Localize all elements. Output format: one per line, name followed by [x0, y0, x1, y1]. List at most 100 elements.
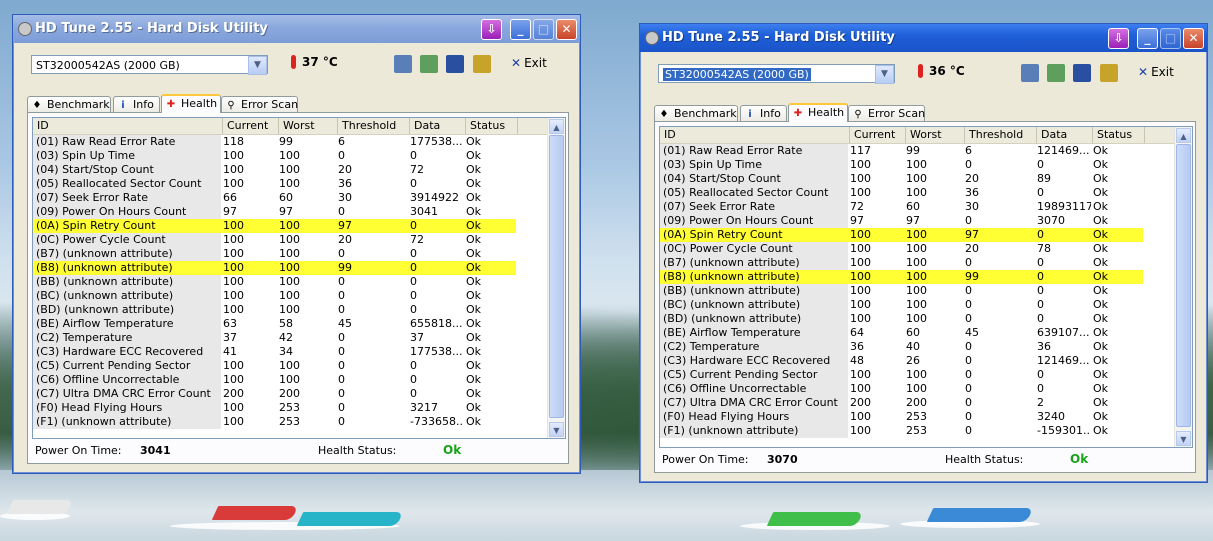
close-button[interactable]: ✕ — [556, 19, 577, 40]
tab-health[interactable]: ✚ Health — [161, 94, 221, 113]
table-row[interactable]: (BD) (unknown attribute) 100 100 0 0 Ok — [33, 303, 548, 317]
column-header-threshold[interactable]: Threshold — [338, 118, 410, 134]
column-header-current[interactable]: Current — [850, 127, 906, 143]
table-row[interactable]: (01) Raw Read Error Rate 118 99 6 177538... O… — [33, 135, 548, 149]
table-row[interactable]: (C6) Offline Uncorrectable 100 100 0 0 Ok — [33, 373, 548, 387]
title-bar[interactable]: HD Tune 2.55 - Hard Disk Utility ⇩ _ □ ✕ — [640, 24, 1207, 52]
smart-attributes-table[interactable]: ID Current Worst Threshold Data Status (01) Ra… — [32, 117, 566, 439]
maximize-button[interactable]: □ — [1160, 28, 1181, 49]
table-row[interactable]: (BC) (unknown attribute) 100 100 0 0 Ok — [660, 298, 1175, 312]
tab-error-scan[interactable]: ⚲ Error Scan — [848, 105, 925, 121]
table-row[interactable]: (C7) Ultra DMA CRC Error Count 200 200 0 2 Ok — [660, 396, 1175, 410]
table-row[interactable]: (BD) (unknown attribute) 100 100 0 0 Ok — [660, 312, 1175, 326]
table-row[interactable]: (03) Spin Up Time 100 100 0 0 Ok — [33, 149, 548, 163]
table-row[interactable]: (B8) (unknown attribute) 100 100 99 0 Ok — [33, 261, 548, 275]
table-row[interactable]: (0C) Power Cycle Count 100 100 20 78 Ok — [660, 242, 1175, 256]
copy-all-icon[interactable] — [1047, 64, 1065, 82]
table-row[interactable]: (05) Reallocated Sector Count 100 100 36 0 Ok — [660, 186, 1175, 200]
table-row[interactable]: (F0) Head Flying Hours 100 253 0 3217 Ok — [33, 401, 548, 415]
copy-icon[interactable] — [1021, 64, 1039, 82]
scroll-up-arrow-icon[interactable]: ▲ — [549, 119, 564, 134]
smart-attributes-table[interactable]: ID Current Worst Threshold Data Status (01) Ra… — [659, 126, 1193, 448]
download-arrow-icon[interactable]: ⇩ — [1108, 28, 1129, 49]
minimize-button[interactable]: _ — [510, 19, 531, 40]
scroll-thumb[interactable] — [1176, 144, 1191, 427]
tab-info[interactable]: i Info — [113, 96, 160, 112]
table-row[interactable]: (03) Spin Up Time 100 100 0 0 Ok — [660, 158, 1175, 172]
maximize-button[interactable]: □ — [533, 19, 554, 40]
title-bar[interactable]: HD Tune 2.55 - Hard Disk Utility ⇩ _ □ ✕ — [13, 15, 580, 43]
column-header-id[interactable]: ID — [660, 127, 850, 143]
hdtune-window-left[interactable]: HD Tune 2.55 - Hard Disk Utility ⇩ _ □ ✕ ST32… — [12, 14, 581, 474]
options-icon[interactable] — [473, 55, 491, 73]
drive-select[interactable]: ST32000542AS (2000 GB) ▼ — [658, 64, 895, 84]
table-row[interactable]: (0A) Spin Retry Count 100 100 97 0 Ok — [33, 219, 548, 233]
scroll-down-arrow-icon[interactable]: ▼ — [549, 422, 564, 437]
table-row[interactable]: (C2) Temperature 37 42 0 37 Ok — [33, 331, 548, 345]
table-row[interactable]: (05) Reallocated Sector Count 100 100 36 0 Ok — [33, 177, 548, 191]
table-row[interactable]: (07) Seek Error Rate 66 60 30 3914922 Ok — [33, 191, 548, 205]
column-header-current[interactable]: Current — [223, 118, 279, 134]
table-row[interactable]: (B7) (unknown attribute) 100 100 0 0 Ok — [33, 247, 548, 261]
copy-all-icon[interactable] — [420, 55, 438, 73]
column-header-status[interactable]: Status — [466, 118, 518, 134]
drive-select[interactable]: ST32000542AS (2000 GB) ▼ — [31, 55, 268, 75]
cell-id: (07) Seek Error Rate — [660, 200, 848, 214]
column-header-threshold[interactable]: Threshold — [965, 127, 1037, 143]
table-row[interactable]: (F0) Head Flying Hours 100 253 0 3240 Ok — [660, 410, 1175, 424]
table-row[interactable]: (C3) Hardware ECC Recovered 48 26 0 121469..… — [660, 354, 1175, 368]
tab-health[interactable]: ✚ Health — [788, 103, 848, 122]
options-icon[interactable] — [1100, 64, 1118, 82]
table-row[interactable]: (BC) (unknown attribute) 100 100 0 0 Ok — [33, 289, 548, 303]
table-row[interactable]: (04) Start/Stop Count 100 100 20 72 Ok — [33, 163, 548, 177]
tab-info[interactable]: i Info — [740, 105, 787, 121]
tab-benchmark[interactable]: ♦ Benchmark — [27, 96, 111, 112]
minimize-button[interactable]: _ — [1137, 28, 1158, 49]
cell-id: (0C) Power Cycle Count — [660, 242, 848, 256]
column-header-id[interactable]: ID — [33, 118, 223, 134]
exit-button[interactable]: ✕ Exit — [511, 56, 547, 70]
table-row[interactable]: (C7) Ultra DMA CRC Error Count 200 200 0 0 Ok — [33, 387, 548, 401]
table-row[interactable]: (01) Raw Read Error Rate 117 99 6 121469... O… — [660, 144, 1175, 158]
table-row[interactable]: (F1) (unknown attribute) 100 253 0 -733658..… — [33, 415, 548, 429]
column-header-worst[interactable]: Worst — [906, 127, 965, 143]
exit-button[interactable]: ✕ Exit — [1138, 65, 1174, 79]
column-header-worst[interactable]: Worst — [279, 118, 338, 134]
save-icon[interactable] — [1073, 64, 1091, 82]
chevron-down-icon[interactable]: ▼ — [248, 56, 267, 75]
table-row[interactable]: (BB) (unknown attribute) 100 100 0 0 Ok — [660, 284, 1175, 298]
copy-icon[interactable] — [394, 55, 412, 73]
tab-benchmark[interactable]: ♦ Benchmark — [654, 105, 738, 121]
table-row[interactable]: (C6) Offline Uncorrectable 100 100 0 0 Ok — [660, 382, 1175, 396]
hdtune-window-right[interactable]: HD Tune 2.55 - Hard Disk Utility ⇩ _ □ ✕ ST32… — [639, 23, 1208, 483]
table-row[interactable]: (09) Power On Hours Count 97 97 0 3041 Ok — [33, 205, 548, 219]
table-row[interactable]: (0C) Power Cycle Count 100 100 20 72 Ok — [33, 233, 548, 247]
table-row[interactable]: (07) Seek Error Rate 72 60 30 19893117 Ok — [660, 200, 1175, 214]
table-row[interactable]: (F1) (unknown attribute) 100 253 0 -159301..… — [660, 424, 1175, 438]
close-button[interactable]: ✕ — [1183, 28, 1204, 49]
scroll-down-arrow-icon[interactable]: ▼ — [1176, 431, 1191, 446]
column-header-status[interactable]: Status — [1093, 127, 1145, 143]
chevron-down-icon[interactable]: ▼ — [875, 65, 894, 84]
table-row[interactable]: (C3) Hardware ECC Recovered 41 34 0 177538..… — [33, 345, 548, 359]
table-row[interactable]: (BE) Airflow Temperature 64 60 45 639107... O… — [660, 326, 1175, 340]
column-header-data[interactable]: Data — [410, 118, 466, 134]
table-row[interactable]: (C5) Current Pending Sector 100 100 0 0 Ok — [33, 359, 548, 373]
table-row[interactable]: (C2) Temperature 36 40 0 36 Ok — [660, 340, 1175, 354]
table-row[interactable]: (0A) Spin Retry Count 100 100 97 0 Ok — [660, 228, 1175, 242]
table-row[interactable]: (09) Power On Hours Count 97 97 0 3070 Ok — [660, 214, 1175, 228]
table-row[interactable]: (B7) (unknown attribute) 100 100 0 0 Ok — [660, 256, 1175, 270]
table-row[interactable]: (BE) Airflow Temperature 63 58 45 655818... O… — [33, 317, 548, 331]
column-header-data[interactable]: Data — [1037, 127, 1093, 143]
table-row[interactable]: (BB) (unknown attribute) 100 100 0 0 Ok — [33, 275, 548, 289]
vertical-scrollbar[interactable]: ▲ ▼ — [1174, 127, 1192, 447]
download-arrow-icon[interactable]: ⇩ — [481, 19, 502, 40]
table-row[interactable]: (B8) (unknown attribute) 100 100 99 0 Ok — [660, 270, 1175, 284]
scroll-thumb[interactable] — [549, 135, 564, 418]
vertical-scrollbar[interactable]: ▲ ▼ — [547, 118, 565, 438]
table-row[interactable]: (C5) Current Pending Sector 100 100 0 0 Ok — [660, 368, 1175, 382]
tab-error-scan[interactable]: ⚲ Error Scan — [221, 96, 298, 112]
table-row[interactable]: (04) Start/Stop Count 100 100 20 89 Ok — [660, 172, 1175, 186]
save-icon[interactable] — [446, 55, 464, 73]
scroll-up-arrow-icon[interactable]: ▲ — [1176, 128, 1191, 143]
